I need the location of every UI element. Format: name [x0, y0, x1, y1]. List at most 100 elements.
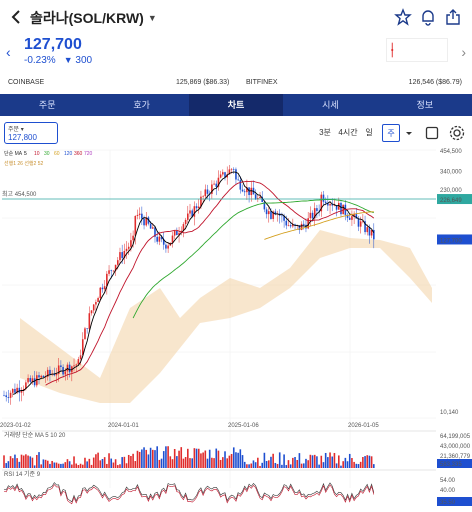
ma-legend-period: 60: [54, 151, 60, 157]
volume-bar: [27, 455, 29, 468]
fullscreen-icon[interactable]: [424, 125, 440, 141]
volume-bar: [226, 458, 228, 468]
candle-body: [11, 388, 14, 393]
volume-bar: [75, 463, 78, 468]
volume-bar: [373, 464, 375, 468]
price-chart[interactable]: 454,500 340,000 230,000 226,649 127,700 10,14…: [0, 148, 472, 512]
volume-bar: [33, 465, 36, 468]
share-icon[interactable]: [444, 8, 462, 26]
volume-bar: [36, 454, 38, 468]
volume-bar: [261, 462, 264, 468]
volume-bar: [200, 453, 202, 468]
volume-bar: [88, 458, 91, 468]
interval-dropdown-icon[interactable]: [403, 127, 415, 139]
candle-body: [230, 169, 233, 170]
candle-body: [110, 270, 113, 271]
star-icon[interactable]: [394, 8, 412, 26]
volume-bar: [222, 457, 224, 468]
tab-order[interactable]: 주문: [0, 94, 94, 116]
coin-title-selector[interactable]: 솔라나(SOL/KRW) ▼: [30, 8, 157, 28]
candle-body: [143, 218, 145, 226]
candle-body: [215, 183, 218, 187]
volume-bar: [254, 462, 257, 468]
candle-body: [324, 201, 327, 204]
volume-bar: [309, 454, 312, 468]
volume-bar: [187, 448, 189, 468]
tab-market[interactable]: 시세: [283, 94, 377, 116]
tab-info[interactable]: 정보: [378, 94, 472, 116]
candle-body: [219, 174, 222, 178]
rsi-legend: RSI 14 기준 9: [4, 470, 41, 478]
volume-bar: [40, 464, 42, 468]
tab-chart[interactable]: 차트: [188, 94, 284, 116]
candle-body: [127, 246, 130, 249]
ma-legend-period: 720: [84, 151, 93, 157]
prev-coin-icon[interactable]: ‹: [6, 44, 11, 60]
candle-body: [99, 287, 102, 299]
volume-bar: [307, 460, 309, 468]
candle-body: [138, 213, 141, 215]
candle-body: [348, 217, 351, 220]
volume-bar: [171, 459, 174, 468]
volume-bar: [141, 449, 143, 468]
rsi-last-label: 35.50: [440, 500, 456, 506]
settings-gear-icon[interactable]: [448, 124, 466, 142]
volume-bar: [112, 462, 115, 468]
volume-bar: [9, 456, 12, 468]
candle-body: [7, 397, 10, 398]
candle-body: [5, 395, 7, 398]
volume-bar: [362, 457, 364, 468]
exchange-right-price: 126,546 ($86.79): [408, 79, 462, 86]
candle-body: [90, 310, 93, 314]
volume-bar: [110, 458, 113, 468]
candle-body: [232, 169, 235, 170]
candle-body: [302, 223, 305, 225]
volume-bar: [103, 457, 106, 468]
next-coin-icon[interactable]: ›: [461, 44, 466, 60]
order-label: 주문 ▾: [8, 127, 24, 133]
bell-icon[interactable]: [419, 8, 437, 26]
volume-bar: [62, 463, 64, 468]
x-tick-label: 2025-01-06: [228, 423, 259, 429]
volume-bar: [49, 463, 51, 468]
y-tick-label: 454,500: [440, 149, 462, 155]
candle-body: [156, 236, 158, 242]
volume-bar: [239, 449, 242, 468]
volume-bar: [344, 457, 347, 468]
volume-tick-label: 64,199,005: [440, 434, 471, 440]
volume-bar: [22, 455, 25, 468]
volume-bar: [60, 463, 62, 468]
volume-bar: [14, 454, 16, 468]
interval-4h-button[interactable]: 4시간: [336, 124, 360, 142]
volume-bar: [348, 453, 351, 468]
volume-bar: [364, 456, 366, 468]
y-tick-label: 230,000: [440, 188, 462, 194]
volume-bar: [359, 461, 362, 468]
candle-body: [241, 189, 244, 192]
interval-week-button[interactable]: 주: [382, 124, 400, 142]
candle-body: [171, 235, 174, 243]
tab-orderbook[interactable]: 호가: [94, 94, 188, 116]
candle-body: [158, 236, 161, 242]
interval-day-button[interactable]: 일: [362, 124, 376, 142]
volume-bar: [215, 448, 218, 468]
candle-body: [368, 227, 371, 236]
back-arrow-icon[interactable]: [8, 8, 26, 26]
volume-bar: [235, 452, 237, 468]
volume-bar: [81, 464, 84, 468]
volume-bar: [51, 460, 53, 468]
volume-bar: [342, 461, 344, 468]
change-percent: -0.23%: [24, 55, 56, 66]
volume-bar: [5, 463, 7, 468]
volume-bar: [101, 458, 104, 468]
volume-bar: [160, 458, 163, 468]
volume-bar: [16, 458, 18, 468]
volume-last-label: 583,335: [440, 462, 462, 468]
change-amount-wrap: ▼ 300: [64, 55, 92, 66]
order-price-box[interactable]: 주문 ▾ 127,800: [4, 122, 58, 144]
volume-bar: [204, 450, 207, 468]
interval-3m-button[interactable]: 3분: [316, 124, 334, 142]
volume-bar: [182, 458, 185, 468]
candle-body: [250, 187, 253, 196]
change-amount: 300: [75, 55, 93, 66]
